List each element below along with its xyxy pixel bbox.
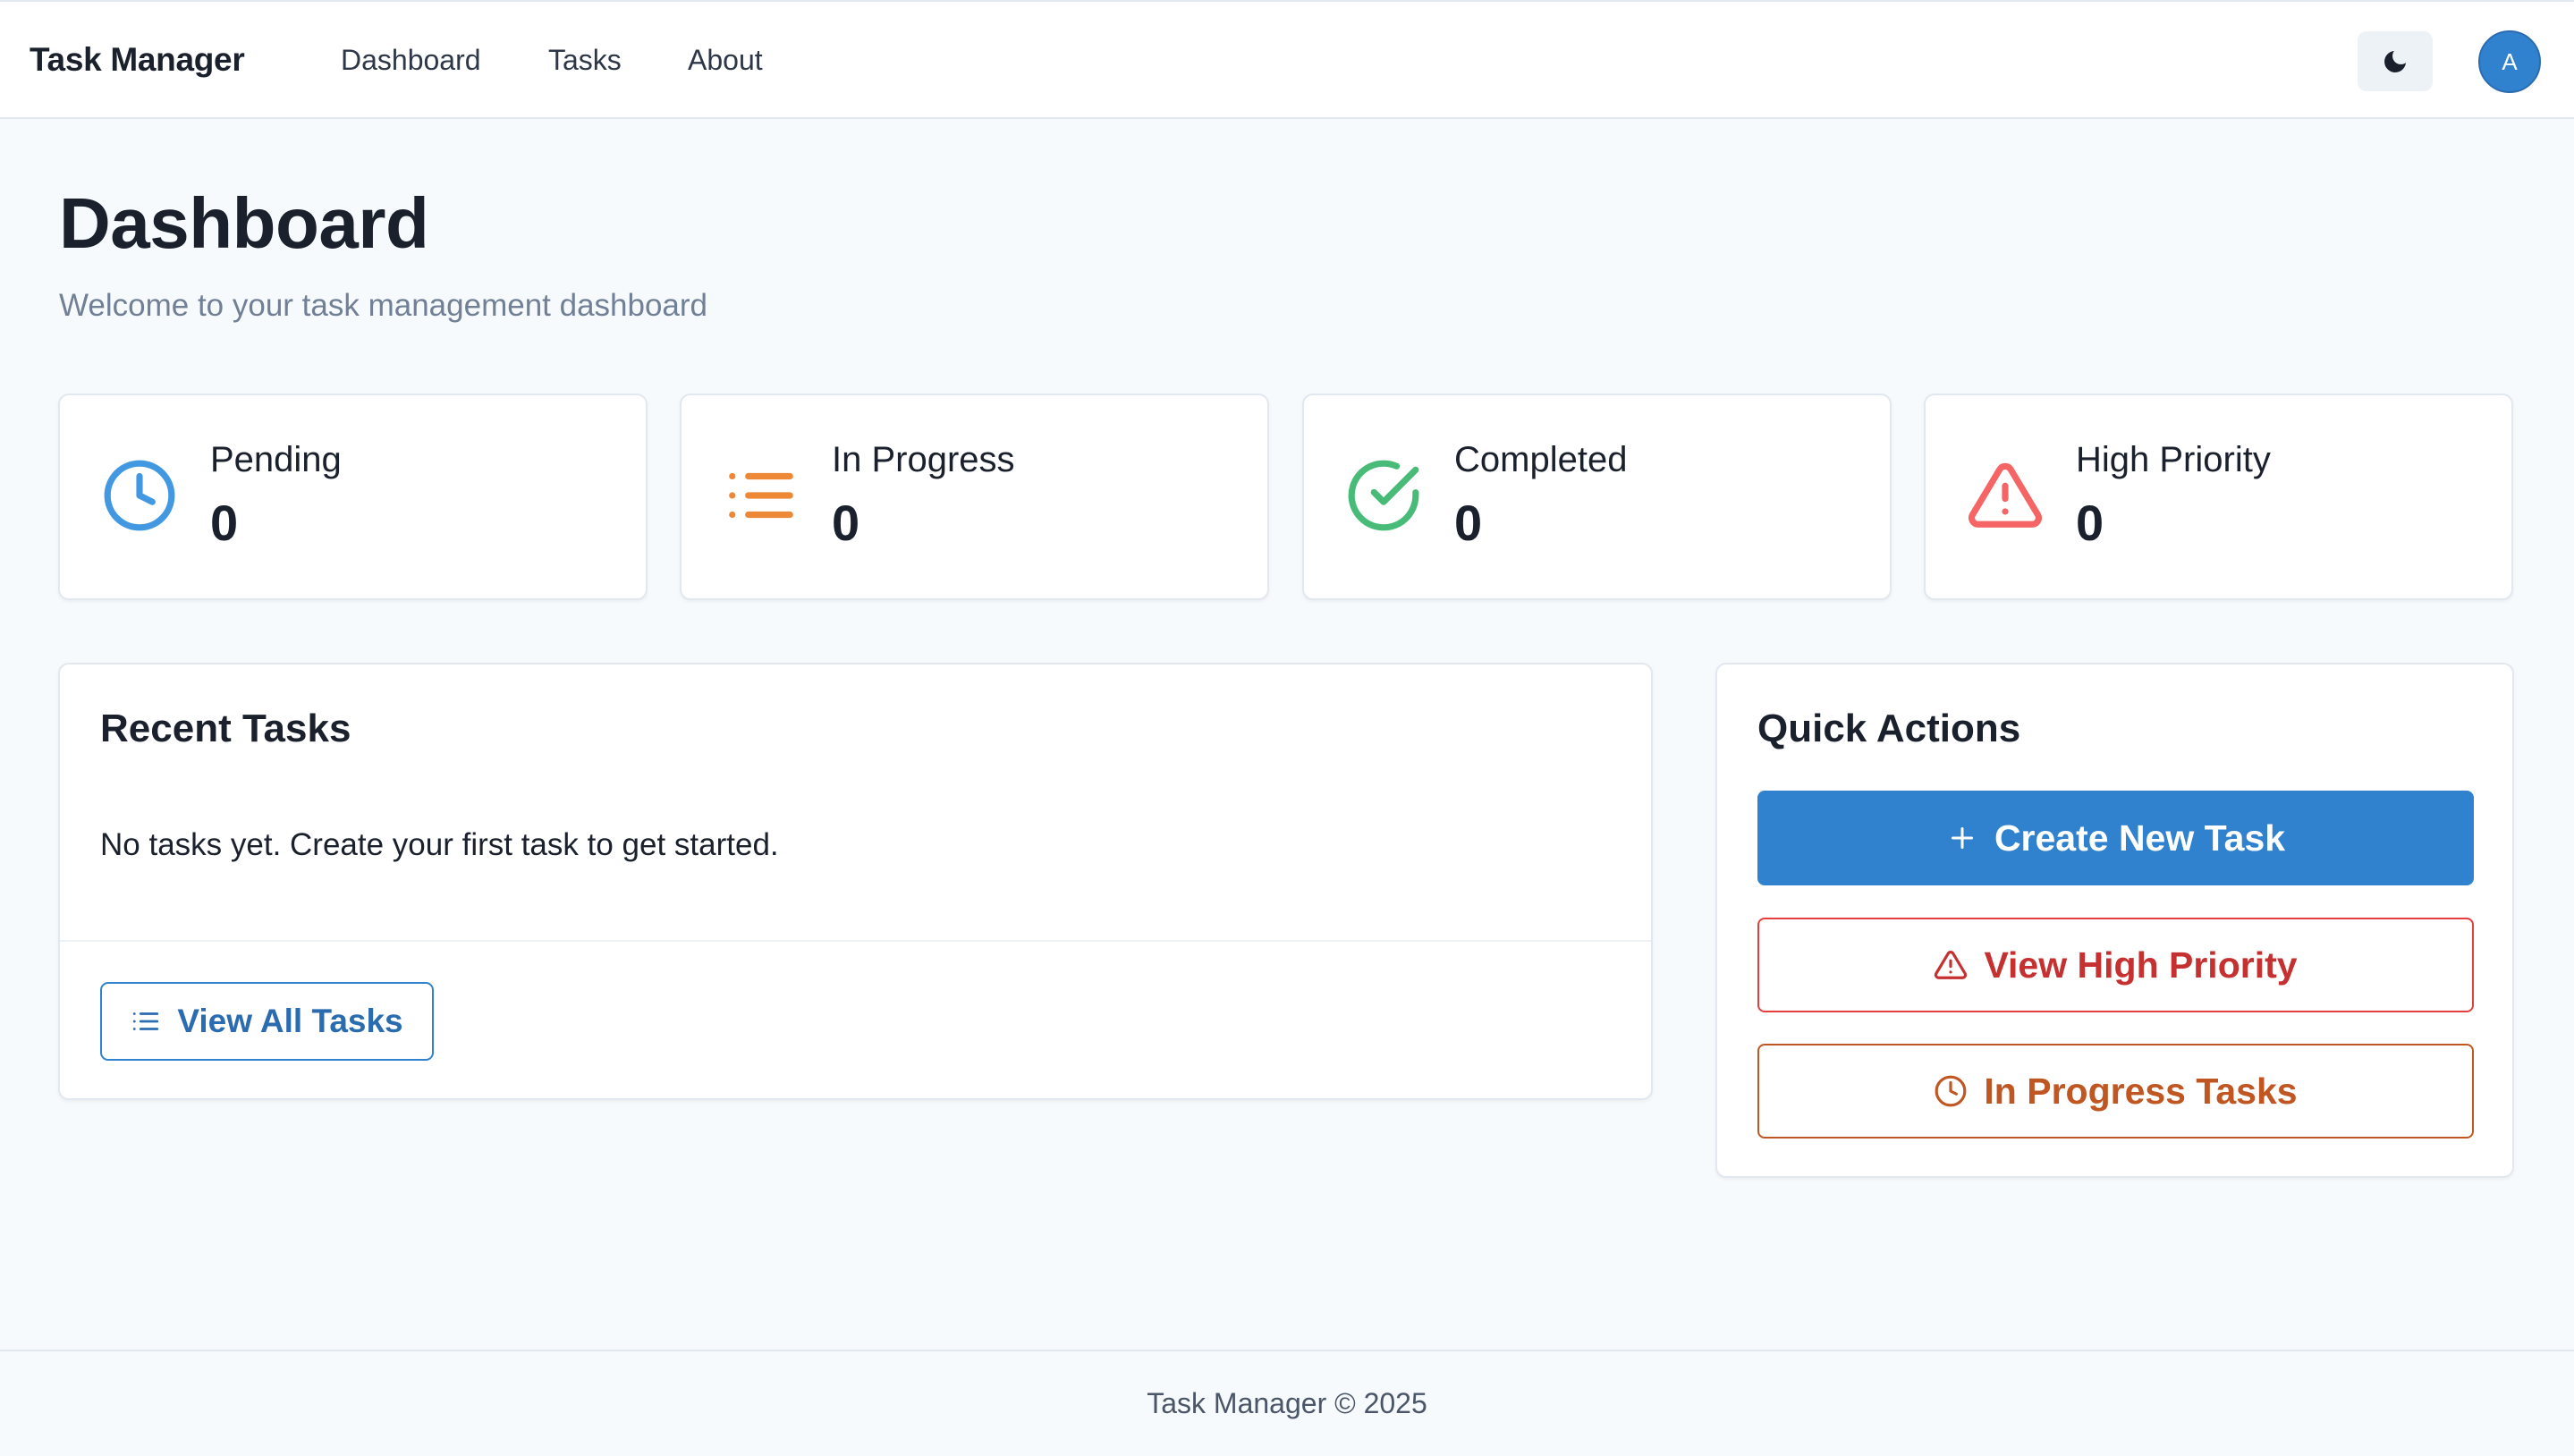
recent-tasks-panel: Recent Tasks No tasks yet. Create your f… xyxy=(58,663,1653,1100)
footer: Task Manager © 2025 xyxy=(0,1350,2574,1456)
page-title: Dashboard xyxy=(59,183,429,263)
stat-label: Pending xyxy=(210,440,342,479)
footer-copyright: Task Manager © 2025 xyxy=(1147,1387,1427,1419)
nav-link-tasks[interactable]: Tasks xyxy=(548,44,622,77)
stat-card-high-priority: High Priority 0 xyxy=(1924,394,2513,600)
view-high-priority-button[interactable]: View High Priority xyxy=(1757,918,2474,1012)
quick-actions-title: Quick Actions xyxy=(1757,707,2021,750)
top-navbar: Task Manager Dashboard Tasks About A xyxy=(0,0,2574,119)
stat-label: High Priority xyxy=(2076,440,2271,479)
list-icon xyxy=(131,1006,161,1037)
quick-actions-panel: Quick Actions Create New Task View High … xyxy=(1715,663,2514,1178)
divider xyxy=(60,940,1651,942)
create-new-task-label: Create New Task xyxy=(1994,817,2286,859)
warning-triangle-icon xyxy=(1934,948,1968,982)
stat-label: Completed xyxy=(1454,440,1628,479)
user-avatar[interactable]: A xyxy=(2478,30,2541,93)
recent-tasks-title: Recent Tasks xyxy=(100,707,351,750)
clock-icon xyxy=(99,455,180,536)
create-new-task-button[interactable]: Create New Task xyxy=(1757,791,2474,885)
clock-icon xyxy=(1934,1074,1968,1108)
nav-link-dashboard[interactable]: Dashboard xyxy=(341,44,481,77)
stat-card-in-progress: In Progress 0 xyxy=(680,394,1269,600)
view-all-tasks-label: View All Tasks xyxy=(177,1003,403,1039)
theme-toggle-button[interactable] xyxy=(2358,31,2433,91)
view-all-tasks-button[interactable]: View All Tasks xyxy=(100,982,434,1061)
stat-value: 0 xyxy=(210,495,239,551)
stat-value: 0 xyxy=(1454,495,1483,551)
view-high-priority-label: View High Priority xyxy=(1984,944,2298,986)
empty-tasks-message: No tasks yet. Create your first task to … xyxy=(100,827,779,862)
in-progress-tasks-button[interactable]: In Progress Tasks xyxy=(1757,1044,2474,1139)
stat-card-pending: Pending 0 xyxy=(58,394,648,600)
moon-icon xyxy=(2381,47,2409,76)
page-subtitle: Welcome to your task management dashboar… xyxy=(59,288,708,323)
check-circle-icon xyxy=(1343,455,1424,536)
warning-triangle-icon xyxy=(1965,455,2045,536)
nav-link-about[interactable]: About xyxy=(688,44,763,77)
stat-card-completed: Completed 0 xyxy=(1302,394,1892,600)
brand-logo[interactable]: Task Manager xyxy=(30,41,245,79)
stat-label: In Progress xyxy=(832,440,1015,479)
list-icon xyxy=(721,455,801,536)
plus-icon xyxy=(1946,822,1978,854)
in-progress-tasks-label: In Progress Tasks xyxy=(1984,1070,2298,1112)
stat-value: 0 xyxy=(832,495,860,551)
stat-value: 0 xyxy=(2076,495,2104,551)
